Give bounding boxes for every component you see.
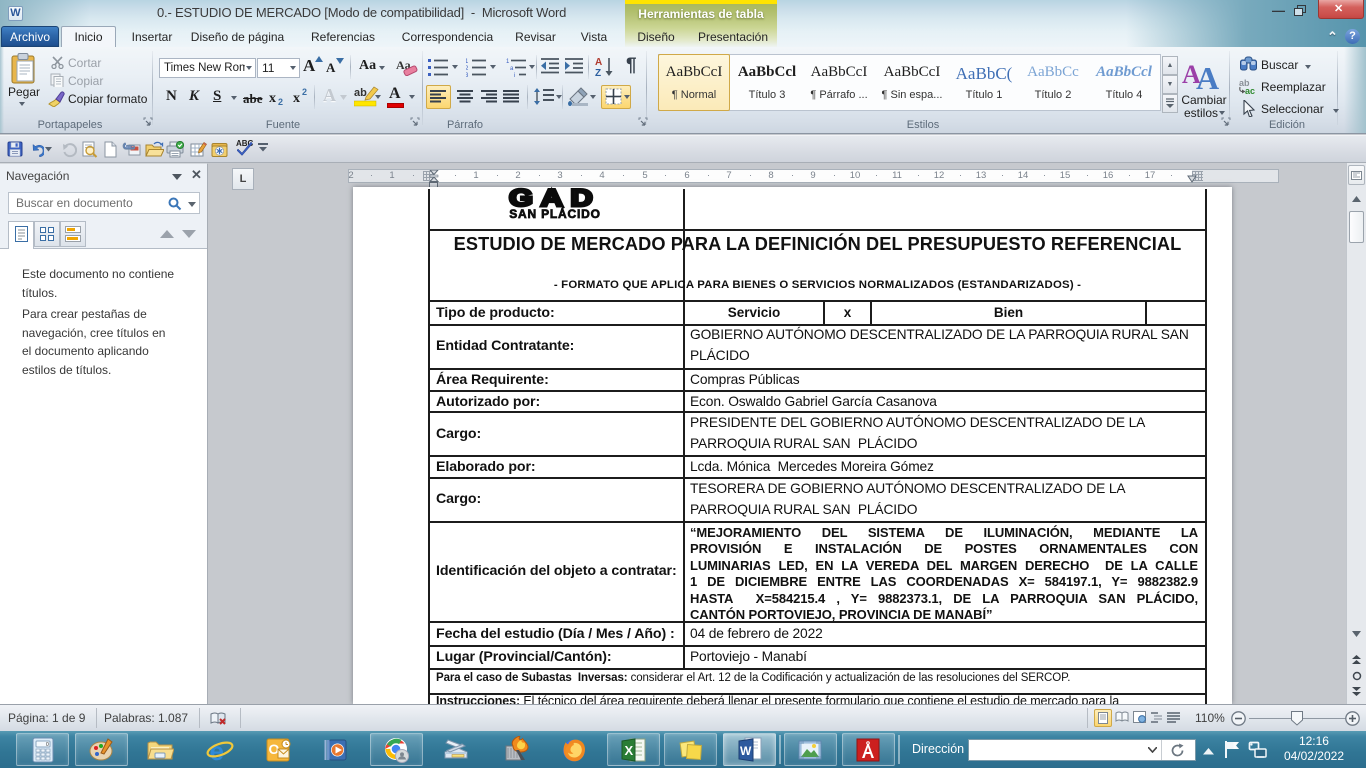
svg-text:Z: Z (595, 68, 601, 79)
svg-text:ab: ab (354, 87, 367, 99)
svg-text:a: a (510, 66, 514, 72)
svg-text:2: 2 (466, 66, 469, 72)
svg-text:1: 1 (466, 59, 469, 65)
svg-text:X: X (625, 743, 634, 758)
svg-text:e: e (210, 736, 224, 764)
svg-text:A: A (1196, 60, 1219, 91)
svg-text:A: A (595, 57, 602, 68)
svg-text:1: 1 (506, 59, 510, 65)
svg-text:0: 0 (46, 742, 49, 748)
svg-text:i: i (514, 73, 515, 79)
svg-text:3: 3 (466, 73, 469, 79)
svg-text:W: W (740, 744, 752, 758)
svg-text:ac: ac (1245, 86, 1255, 95)
